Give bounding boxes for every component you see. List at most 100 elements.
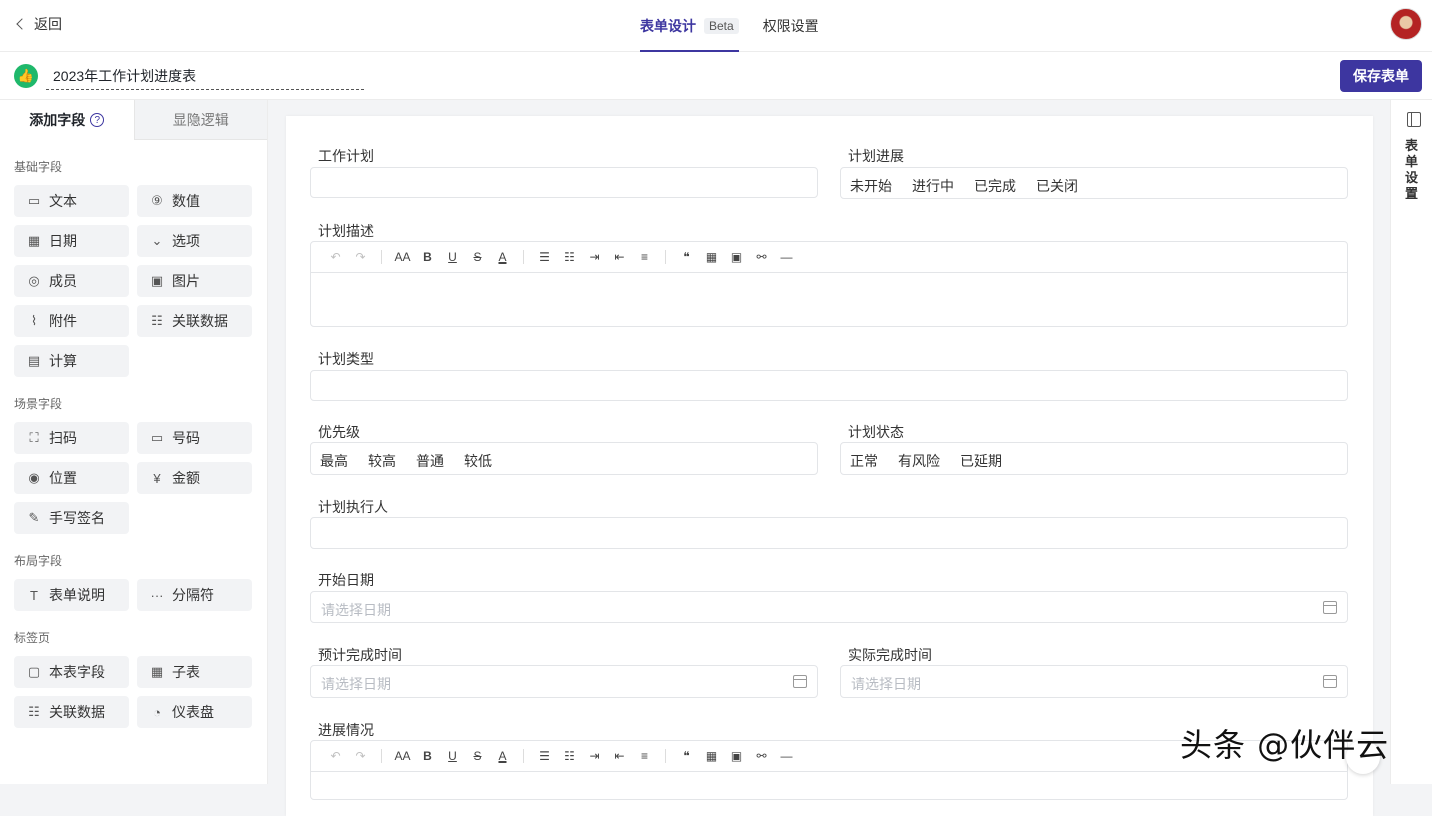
field-label: 仪表盘 xyxy=(172,704,214,720)
horizontal-rule-icon[interactable]: — xyxy=(774,250,799,264)
calculator-icon: ▤ xyxy=(27,353,41,368)
expected-finish-picker[interactable]: 请选择日期 xyxy=(310,665,818,698)
align-icon[interactable]: ≡ xyxy=(632,250,657,264)
table-icon: ▦ xyxy=(150,664,164,679)
outdent-icon[interactable]: ⇤ xyxy=(607,250,632,264)
underline-icon[interactable]: U xyxy=(440,250,465,264)
field-table-fields[interactable]: ▢ 本表字段 xyxy=(14,656,129,688)
yen-icon: ¥ xyxy=(153,470,161,486)
redo-icon[interactable]: ↷ xyxy=(348,250,373,264)
underline-icon[interactable]: U xyxy=(440,749,465,763)
start-date-label: 开始日期 xyxy=(318,572,374,588)
avatar[interactable] xyxy=(1390,8,1422,40)
option-item[interactable]: 较低 xyxy=(464,451,492,469)
field-label: 选项 xyxy=(172,233,200,249)
option-item[interactable]: 正常 xyxy=(850,451,878,469)
undo-icon[interactable]: ↶ xyxy=(323,749,348,763)
field-date[interactable]: ▦ 日期 xyxy=(14,225,129,257)
form-settings-label[interactable]: 表单设置 xyxy=(1405,138,1421,202)
form-title-input[interactable] xyxy=(46,62,364,90)
image-icon: ▣ xyxy=(150,273,164,288)
option-item[interactable]: 较高 xyxy=(368,451,396,469)
back-button[interactable]: 返回 xyxy=(16,14,62,34)
field-dashboard[interactable]: ◔ 仪表盘 xyxy=(137,696,252,728)
work-plan-input[interactable] xyxy=(310,167,818,198)
linked-data-icon: ☷ xyxy=(151,313,163,328)
toolbar-divider xyxy=(665,250,666,264)
number-code-icon: ▭ xyxy=(150,430,164,445)
option-item[interactable]: 有风险 xyxy=(898,451,940,469)
option-item[interactable]: 进行中 xyxy=(912,176,954,194)
font-size-icon[interactable]: AA xyxy=(390,749,415,763)
indent-icon[interactable]: ⇥ xyxy=(582,250,607,264)
horizontal-rule-icon[interactable]: — xyxy=(774,749,799,763)
field-linked-data[interactable]: ☷ 关联数据 xyxy=(137,305,252,337)
field-amount[interactable]: ¥ 金额 xyxy=(137,462,252,494)
toolbar-divider xyxy=(381,749,382,763)
field-label: 成员 xyxy=(49,273,77,289)
field-grid-tabs: ▢ 本表字段 ▦ 子表 ☷ 关联数据 ◔ 仪表盘 xyxy=(0,652,267,728)
indent-icon[interactable]: ⇥ xyxy=(582,749,607,763)
plan-type-input[interactable] xyxy=(310,370,1348,401)
font-color-icon[interactable]: A xyxy=(490,250,515,264)
image-icon[interactable]: ▣ xyxy=(724,749,749,763)
image-icon[interactable]: ▣ xyxy=(724,250,749,264)
field-number-code[interactable]: ▭ 号码 xyxy=(137,422,252,454)
executor-label: 计划执行人 xyxy=(318,499,388,515)
link-icon[interactable]: ⚯ xyxy=(749,250,774,264)
field-label: 位置 xyxy=(49,470,77,486)
link-icon[interactable]: ⚯ xyxy=(749,749,774,763)
table-icon[interactable]: ▦ xyxy=(699,250,724,264)
strikethrough-icon[interactable]: S xyxy=(465,749,490,763)
tab-form-design[interactable]: 表单设计 Beta xyxy=(640,0,739,52)
actual-finish-picker[interactable]: 请选择日期 xyxy=(840,665,1348,698)
field-number[interactable]: ⑨ 数值 xyxy=(137,185,252,217)
redo-icon[interactable]: ↷ xyxy=(348,749,373,763)
field-member[interactable]: ◎ 成员 xyxy=(14,265,129,297)
quote-icon[interactable]: ❝ xyxy=(674,749,699,763)
bold-icon[interactable]: B xyxy=(415,250,440,264)
align-icon[interactable]: ≡ xyxy=(632,749,657,763)
table-icon[interactable]: ▦ xyxy=(699,749,724,763)
field-description[interactable]: T 表单说明 xyxy=(14,579,129,611)
option-item[interactable]: 已延期 xyxy=(960,451,1002,469)
ellipsis-icon: ··· xyxy=(150,587,164,603)
option-item[interactable]: 普通 xyxy=(416,451,444,469)
field-subtable[interactable]: ▦ 子表 xyxy=(137,656,252,688)
field-linked-data-tab[interactable]: ☷ 关联数据 xyxy=(14,696,129,728)
undo-icon[interactable]: ↶ xyxy=(323,250,348,264)
plan-desc-editor[interactable]: ↶ ↷ AA B U S A ☰ ☷ ⇥ ⇤ ≡ ❝ ▦ ▣ ⚯ — xyxy=(310,241,1348,327)
font-size-icon[interactable]: AA xyxy=(390,250,415,264)
bullet-list-icon[interactable]: ☷ xyxy=(557,749,582,763)
option-item[interactable]: 已关闭 xyxy=(1036,176,1078,194)
field-signature[interactable]: ✎ 手写签名 xyxy=(14,502,129,534)
title-bar: 👍 保存表单 xyxy=(0,52,1432,100)
tab-add-field[interactable]: 添加字段 ? xyxy=(0,100,134,140)
save-form-button[interactable]: 保存表单 xyxy=(1340,60,1422,92)
field-scan[interactable]: ⛶ 扫码 xyxy=(14,422,129,454)
executor-input[interactable] xyxy=(310,517,1348,549)
ordered-list-icon[interactable]: ☰ xyxy=(532,250,557,264)
field-image[interactable]: ▣ 图片 xyxy=(137,265,252,297)
bullet-list-icon[interactable]: ☷ xyxy=(557,250,582,264)
strikethrough-icon[interactable]: S xyxy=(465,250,490,264)
field-calculation[interactable]: ▤ 计算 xyxy=(14,345,129,377)
field-location[interactable]: ◉ 位置 xyxy=(14,462,129,494)
field-attachment[interactable]: ⌇ 附件 xyxy=(14,305,129,337)
help-icon[interactable]: ? xyxy=(90,113,105,127)
tab-visibility-logic[interactable]: 显隐逻辑 xyxy=(133,100,267,140)
tab-permissions[interactable]: 权限设置 xyxy=(763,0,819,52)
field-divider[interactable]: ··· 分隔符 xyxy=(137,579,252,611)
outdent-icon[interactable]: ⇤ xyxy=(607,749,632,763)
panel-toggle-icon[interactable] xyxy=(1407,112,1421,127)
field-option[interactable]: ⌄ 选项 xyxy=(137,225,252,257)
quote-icon[interactable]: ❝ xyxy=(674,250,699,264)
field-text[interactable]: ▭ 文本 xyxy=(14,185,129,217)
option-item[interactable]: 最高 xyxy=(320,451,348,469)
start-date-picker[interactable]: 请选择日期 xyxy=(310,591,1348,623)
ordered-list-icon[interactable]: ☰ xyxy=(532,749,557,763)
option-item[interactable]: 已完成 xyxy=(974,176,1016,194)
bold-icon[interactable]: B xyxy=(415,749,440,763)
font-color-icon[interactable]: A xyxy=(490,749,515,763)
option-item[interactable]: 未开始 xyxy=(850,176,892,194)
